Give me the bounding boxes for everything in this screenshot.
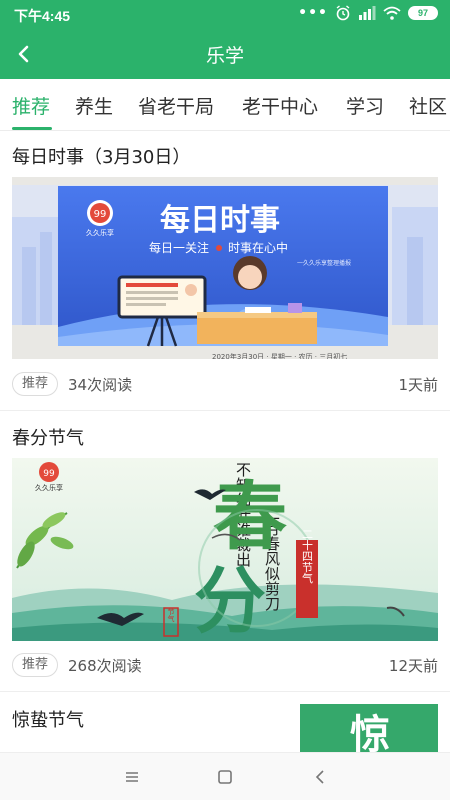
small-seal: 节气 [167,608,175,622]
article-title: 每日时事（3月30日） [12,147,191,168]
app-header: 乐学 [0,30,450,79]
published-time: 12天前 [388,657,438,675]
article-thumbnail[interactable]: 99 久久乐享 每日时事 每日一关注 时事在心中 一久久乐享整理播报 2020年… [12,177,438,359]
active-tab-indicator [12,127,52,130]
big-char-equinox: 分 [194,558,266,641]
article-thumbnail[interactable]: 99 久久乐享 不知细叶谁裁出 二月春风似剪刀 春 分 二十四节气 节气 [12,458,438,641]
awakening-thumbnail-art: 惊 [300,704,438,752]
svg-text:99: 99 [43,469,55,479]
system-nav-bar [0,752,450,800]
page-title: 乐学 [205,45,244,67]
article-title: 春分节气 [12,428,84,449]
read-count: 268次阅读 [68,657,142,675]
big-char-spring: 春 [213,474,287,560]
more-dots-icon: ••• [298,5,328,21]
read-count: 34次阅读 [68,376,133,394]
article-meta: 推荐 34次阅读 1天前 [12,372,438,396]
article-card[interactable]: 惊蛰节气 惊 [0,692,450,752]
tab-provincial-bureau[interactable]: 省老干局 [138,92,214,119]
banner-slogan-right: 时事在心中 [228,240,288,255]
back-triangle-icon[interactable] [308,765,332,789]
menu-icon[interactable] [120,765,144,789]
article-thumbnail[interactable]: 惊 [300,704,438,752]
status-bar: 下午4:45 ••• 97 [0,0,450,30]
tab-recommend[interactable]: 推荐 [12,92,50,119]
alarm-icon [336,5,350,21]
category-tabs: 推荐 养生 省老干局 老干中心 学习 社区 [0,79,450,131]
daily-news-banner: 99 久久乐享 每日时事 每日一关注 时事在心中 一久久乐享整理播报 2020年… [12,177,438,359]
thumb-char: 惊 [350,711,390,752]
tab-community[interactable]: 社区 [409,92,447,119]
recommend-tag: 推荐 [12,372,59,396]
battery-icon: 97 [408,6,438,20]
banner-logo-text: 久久乐享 [86,228,114,237]
wifi-icon [383,6,401,20]
banner-slogan-left: 每日一关注 [149,240,209,255]
status-time: 下午4:45 [14,8,71,24]
tab-cadre-center[interactable]: 老干中心 [242,92,318,119]
banner-credit: 一久久乐享整理播报 [297,259,351,267]
published-time: 1天前 [398,376,438,394]
tab-health[interactable]: 养生 [75,92,113,119]
tab-study[interactable]: 学习 [346,92,384,119]
article-title: 惊蛰节气 [12,710,84,731]
screen: 下午4:45 ••• 97 乐学 推荐 养生 省老干局 老干中心 学习 社区 每… [0,0,450,800]
svg-text:99: 99 [94,209,107,220]
spring-equinox-banner: 99 久久乐享 不知细叶谁裁出 二月春风似剪刀 春 分 二十四节气 节气 [12,458,438,641]
article-card[interactable]: 春分节气 99 久久乐享 不知细叶谁裁出 二月春风似剪刀 春 分 二十四节气 节… [0,411,450,692]
article-card[interactable]: 每日时事（3月30日） 99 久久乐享 每日时事 每日一关注 时事在心中 一久久… [0,131,450,411]
recommend-tag: 推荐 [12,653,59,677]
signal-icon [359,6,376,20]
svg-text:2020年3月30日 · 星期一 · 农历 · 三月初七: 2020年3月30日 · 星期一 · 农历 · 三月初七 [212,352,347,359]
home-square-icon[interactable] [213,765,237,789]
seal-text: 二十四节气 [301,529,314,584]
status-icons: ••• 97 [298,5,438,21]
banner-headline: 每日时事 [160,203,280,238]
banner-logo-text: 久久乐享 [35,483,63,492]
article-meta: 推荐 268次阅读 12天前 [12,653,438,677]
